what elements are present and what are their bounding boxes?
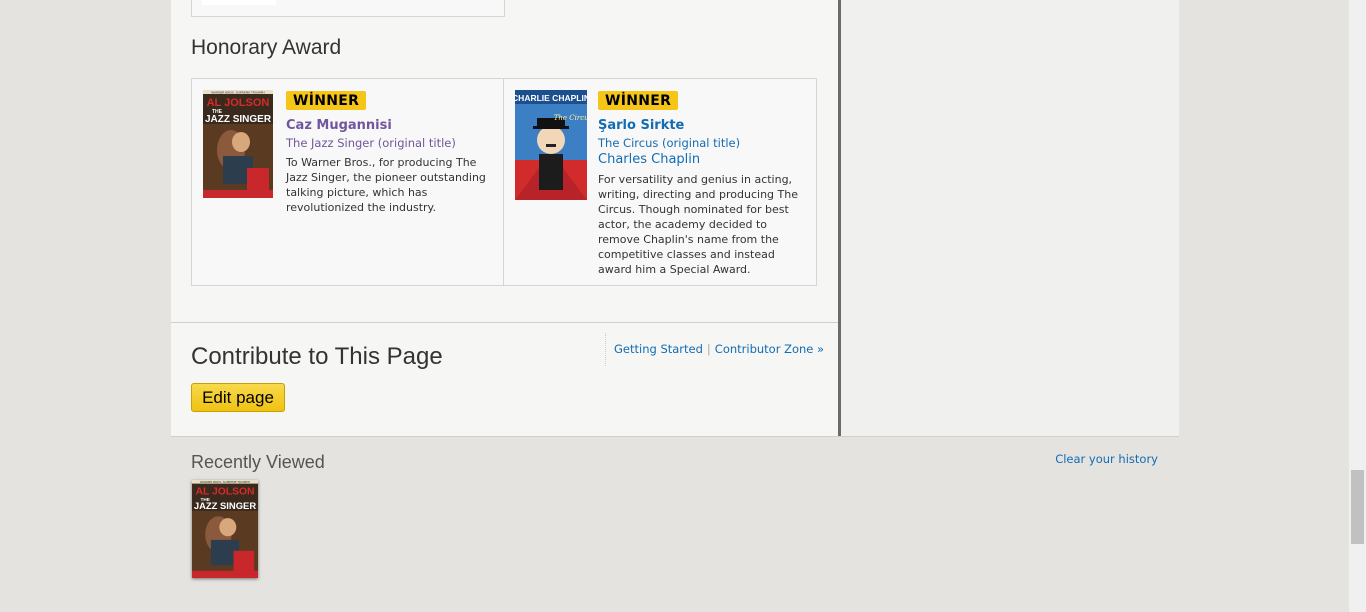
previous-award-cell bbox=[191, 0, 505, 17]
svg-text:AL JOLSON: AL JOLSON bbox=[207, 97, 270, 109]
page: Honorary Award WARNER BROS. SUPREME TRIU… bbox=[171, 0, 1179, 612]
nominee-link[interactable]: Şarlo Sirkte bbox=[598, 118, 808, 133]
svg-text:JAZZ SINGER: JAZZ SINGER bbox=[194, 501, 257, 511]
clear-history-link[interactable]: Clear your history bbox=[1055, 452, 1158, 466]
recently-viewed-title: Recently Viewed bbox=[191, 452, 325, 472]
award-info: WİNNER Şarlo Sirkte The Circus (original… bbox=[598, 90, 808, 277]
getting-started-link[interactable]: Getting Started bbox=[614, 342, 703, 356]
award-info: WİNNER Caz Mugannisi The Jazz Singer (or… bbox=[286, 90, 496, 215]
link-separator: | bbox=[706, 342, 711, 356]
award-table: WARNER BROS. SUPREME TRIUMPH AL JOLSON T… bbox=[191, 78, 817, 286]
nominee-link[interactable]: Caz Mugannisi bbox=[286, 118, 496, 133]
svg-text:CHARLIE CHAPLIN: CHARLIE CHAPLIN bbox=[515, 93, 587, 103]
section-title-honorary: Honorary Award bbox=[191, 36, 342, 59]
sidebar bbox=[841, 0, 1179, 436]
winner-badge: WİNNER bbox=[286, 91, 367, 110]
award-description: For versatility and genius in acting, wr… bbox=[598, 173, 798, 276]
award-description: To Warner Bros., for producing The Jazz … bbox=[286, 156, 486, 214]
divider bbox=[171, 436, 1179, 437]
svg-text:JAZZ SINGER: JAZZ SINGER bbox=[205, 114, 272, 125]
vertical-scrollbar[interactable] bbox=[1349, 0, 1366, 612]
contributor-zone-link[interactable]: Contributor Zone » bbox=[715, 342, 824, 356]
recently-viewed-item[interactable]: WARNER BROS. SUPREME TRIUMPH AL JOLSON T… bbox=[192, 480, 258, 578]
svg-text:WARNER BROS. SUPREME TRIUMPH: WARNER BROS. SUPREME TRIUMPH bbox=[211, 91, 264, 95]
svg-text:AL JOLSON: AL JOLSON bbox=[195, 487, 254, 498]
contribute-links: Getting Started | Contributor Zone » bbox=[605, 333, 824, 366]
contribute-title: Contribute to This Page bbox=[191, 343, 443, 370]
winner-badge: WİNNER bbox=[598, 91, 679, 110]
person-link[interactable]: Charles Chaplin bbox=[598, 152, 808, 167]
award-entry: CHARLIE CHAPLIN The Circus WİNNER Şarlo … bbox=[504, 79, 816, 285]
edit-page-button[interactable]: Edit page bbox=[191, 383, 285, 412]
svg-text:The Circus: The Circus bbox=[554, 114, 587, 122]
original-title-link[interactable]: The Jazz Singer (original title) bbox=[286, 136, 496, 150]
original-title-link[interactable]: The Circus (original title) bbox=[598, 136, 808, 150]
jazz-singer-poster[interactable]: WARNER BROS. SUPREME TRIUMPH AL JOLSON T… bbox=[203, 90, 273, 198]
circus-poster[interactable]: CHARLIE CHAPLIN The Circus bbox=[515, 90, 587, 200]
main-column: Honorary Award WARNER BROS. SUPREME TRIU… bbox=[171, 0, 841, 436]
award-entry: WARNER BROS. SUPREME TRIUMPH AL JOLSON T… bbox=[192, 79, 504, 285]
svg-text:WARNER BROS. SUPREME TRIUMPH: WARNER BROS. SUPREME TRIUMPH bbox=[200, 480, 250, 484]
divider bbox=[171, 322, 838, 323]
scrollbar-thumb[interactable] bbox=[1351, 470, 1364, 544]
